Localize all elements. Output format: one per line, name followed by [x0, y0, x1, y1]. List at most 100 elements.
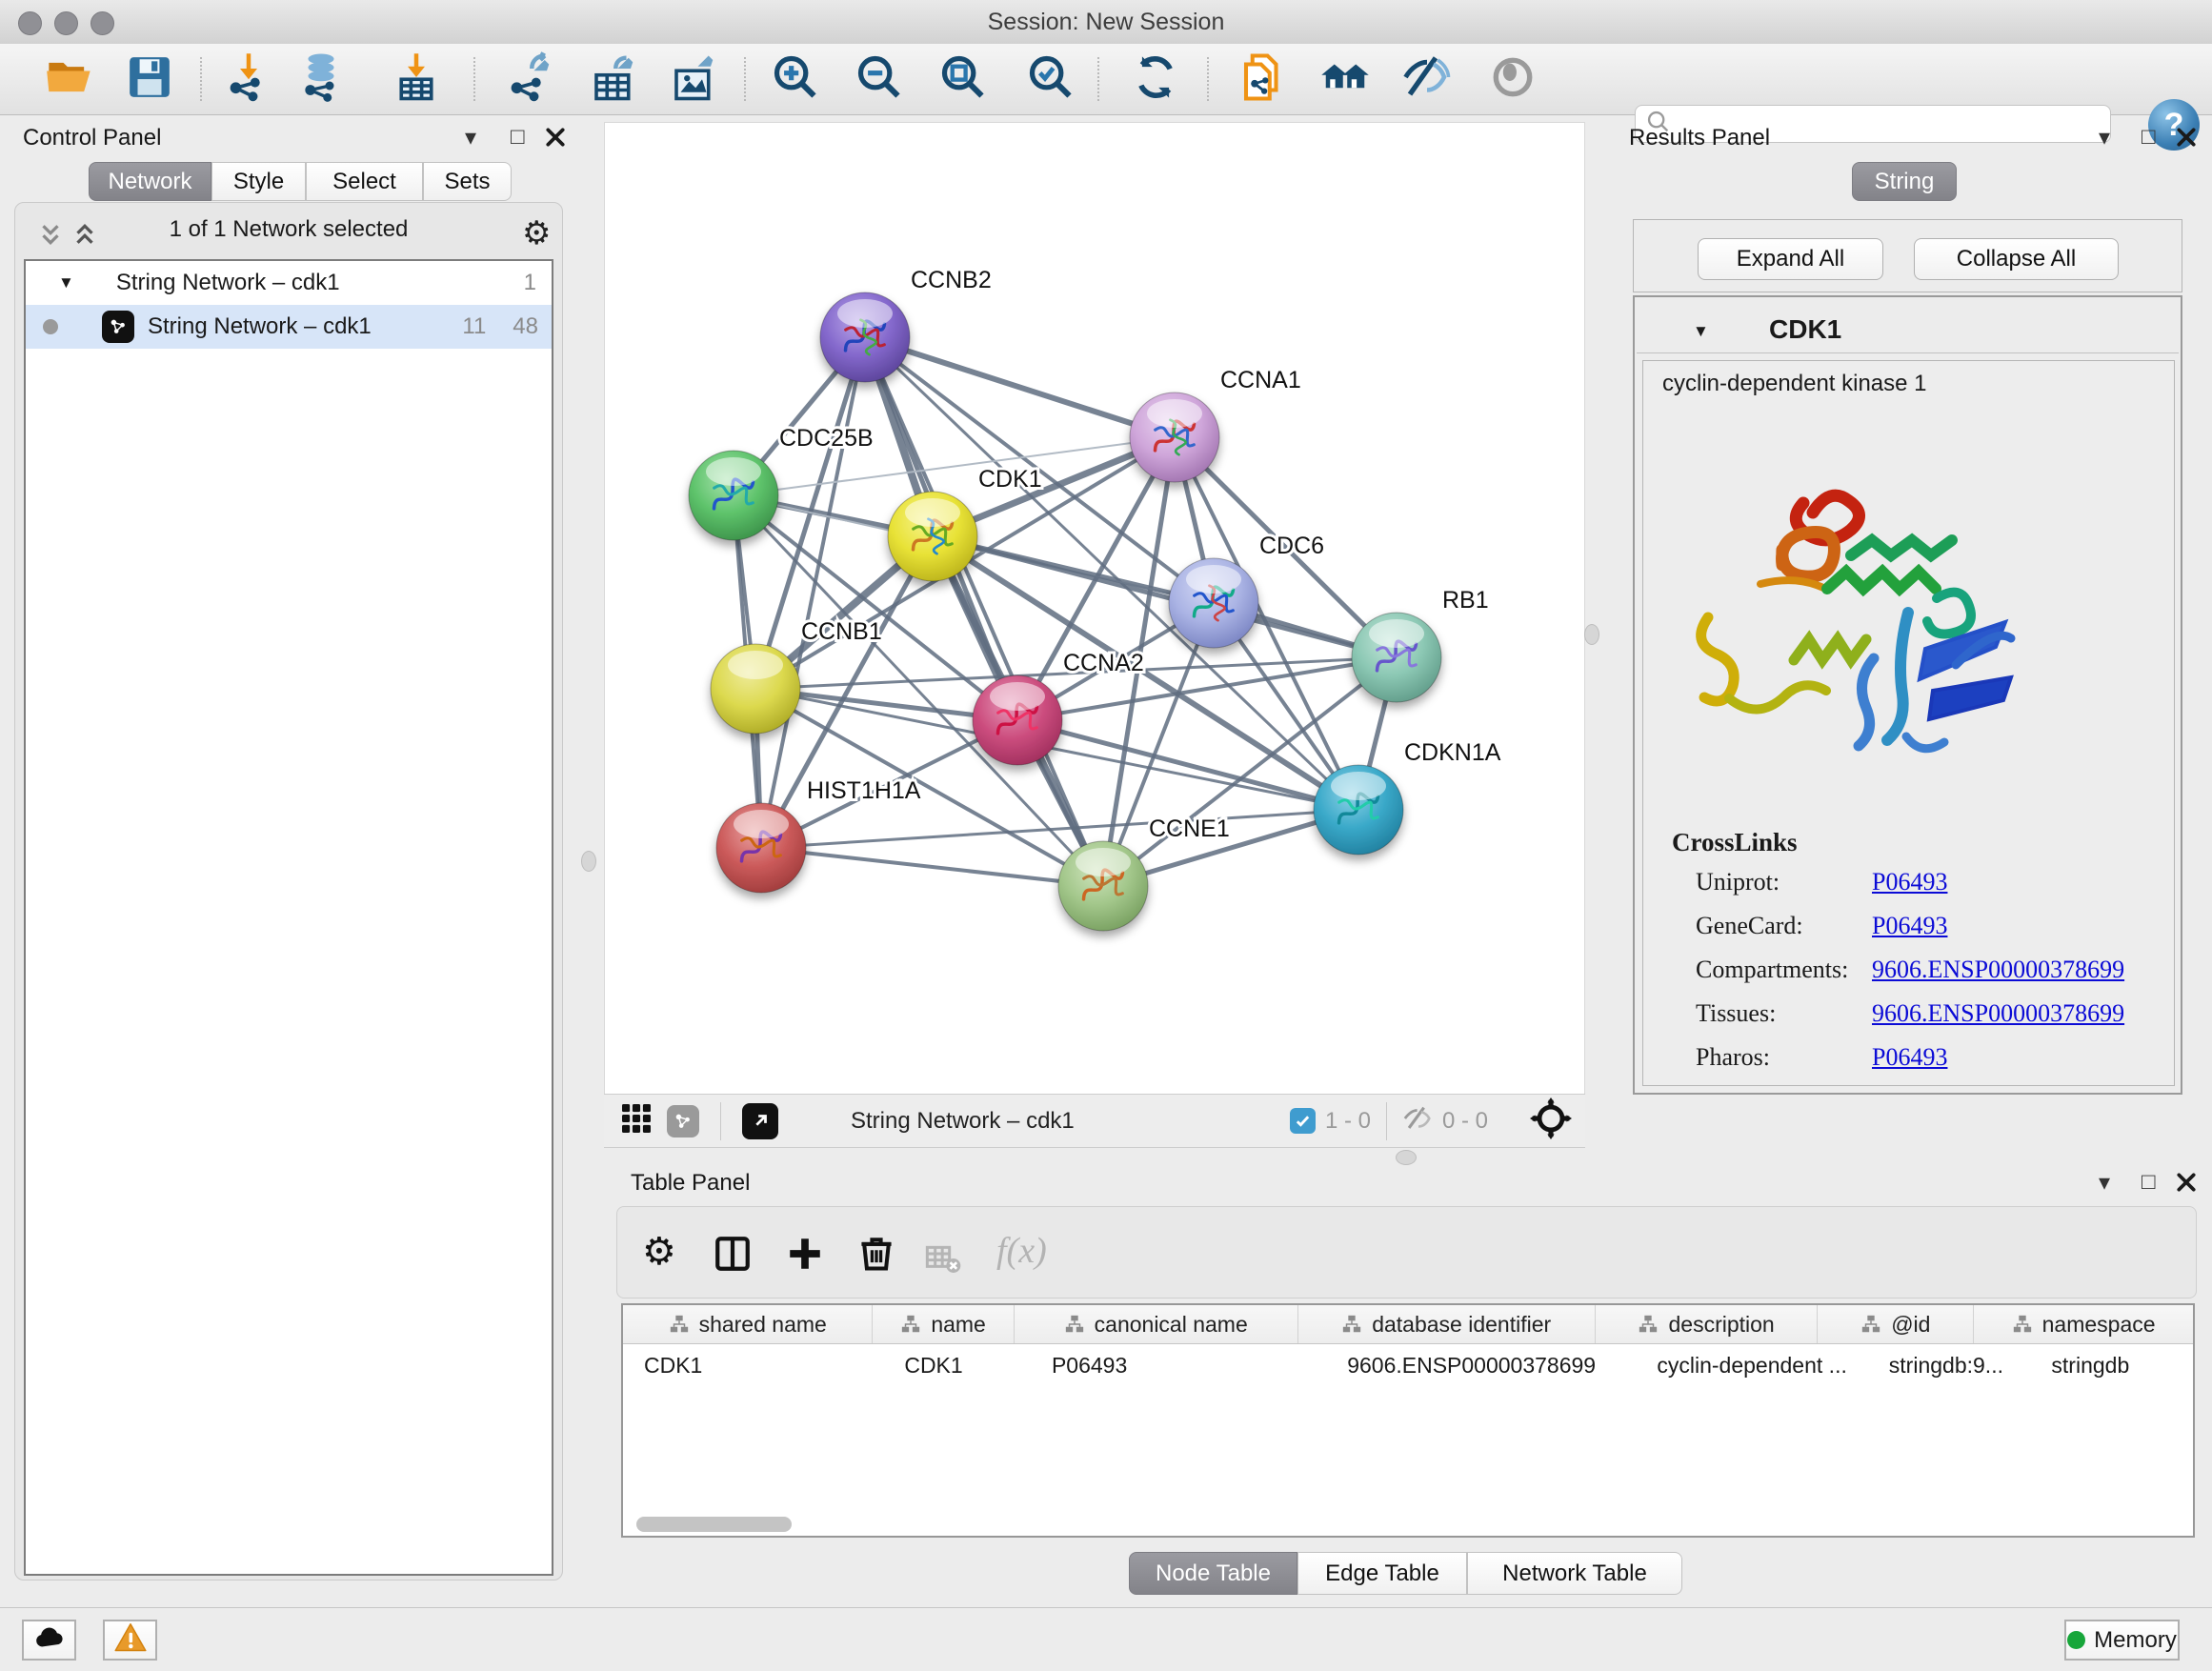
import-network-database-button[interactable] — [292, 50, 350, 109]
protein-collapse-arrow-icon[interactable]: ▼ — [1693, 322, 1709, 341]
open-in-string-icon[interactable] — [742, 1103, 778, 1139]
horizontal-scrollbar-thumb[interactable] — [636, 1517, 792, 1532]
network-node-CDC25B[interactable] — [689, 451, 778, 540]
tab-sets[interactable]: Sets — [423, 162, 512, 201]
warning-status-button[interactable] — [103, 1620, 157, 1661]
table-panel-close-icon[interactable] — [2176, 1172, 2197, 1198]
control-panel-menu-icon[interactable]: ▾ — [465, 124, 476, 151]
memory-status-dot-icon — [2067, 1631, 2085, 1649]
network-row-selected[interactable]: String Network – cdk1 11 48 — [26, 305, 552, 349]
tab-network-table[interactable]: Network Table — [1467, 1552, 1682, 1595]
column-header-name[interactable]: name — [873, 1305, 1014, 1343]
tab-node-table[interactable]: Node Table — [1129, 1552, 1297, 1595]
network-node-CDC6[interactable] — [1169, 558, 1258, 648]
show-columns-icon[interactable] — [713, 1234, 753, 1278]
column-header-namespace[interactable]: namespace — [1974, 1305, 2193, 1343]
node-label-HIST1H1A: HIST1H1A — [807, 777, 921, 804]
import-network-file-button[interactable] — [220, 50, 277, 109]
zoom-in-button[interactable] — [767, 50, 824, 109]
eye-slash-icon — [1401, 51, 1453, 108]
right-splitter-handle[interactable] — [1584, 624, 1599, 645]
hide-selected-button[interactable] — [1398, 50, 1456, 109]
import-table-file-button[interactable] — [388, 50, 445, 109]
column-header-database-identifier[interactable]: database identifier — [1298, 1305, 1596, 1343]
export-image-button[interactable] — [665, 50, 722, 109]
network-node-CCNB1[interactable] — [711, 644, 800, 734]
add-column-plus-icon[interactable] — [785, 1234, 825, 1278]
tab-network[interactable]: Network — [89, 162, 211, 201]
selected-nodes-checkbox-icon[interactable] — [1290, 1108, 1316, 1134]
table-settings-gear-icon[interactable]: ⚙ — [642, 1230, 676, 1274]
expand-all-button[interactable]: Expand All — [1698, 238, 1883, 280]
home-button[interactable] — [1317, 50, 1374, 109]
network-node-CCNA2[interactable] — [973, 675, 1062, 765]
crosslink-tissues-link[interactable]: 9606.ENSP00000378699 — [1872, 999, 2124, 1028]
memory-button[interactable]: Memory — [2064, 1620, 2180, 1661]
export-network-icon — [504, 51, 555, 108]
network-tree: ▼ String Network – cdk1 1 String Network… — [24, 259, 553, 1576]
grid-view-icon[interactable] — [619, 1101, 654, 1140]
results-panel-menu-icon[interactable]: ▾ — [2099, 124, 2110, 151]
export-network-button[interactable] — [501, 50, 558, 109]
control-panel-float-icon[interactable]: □ — [511, 124, 525, 151]
zoom-selected-button[interactable] — [1022, 50, 1079, 109]
cloud-status-button[interactable] — [22, 1620, 76, 1661]
column-header-shared-name[interactable]: shared name — [623, 1305, 873, 1343]
table-row[interactable]: CDK1 CDK1 P06493 9606.ENSP00000378699 cy… — [623, 1344, 2193, 1386]
network-node-CCNE1[interactable] — [1058, 841, 1148, 931]
tab-string-results[interactable]: String — [1852, 162, 1957, 201]
tab-style[interactable]: Style — [211, 162, 306, 201]
results-panel-close-icon[interactable] — [2176, 127, 2197, 152]
collection-count: 1 — [524, 270, 536, 296]
cell-shared-name: CDK1 — [623, 1353, 883, 1379]
delete-column-trash-icon[interactable] — [855, 1232, 897, 1278]
collection-expand-arrow-icon[interactable]: ▼ — [58, 273, 74, 292]
table-panel-menu-icon[interactable]: ▾ — [2099, 1169, 2110, 1197]
crosslink-label: GeneCard: — [1696, 912, 1803, 940]
open-session-button[interactable] — [41, 50, 98, 109]
protein-name: CDK1 — [1769, 314, 1841, 345]
cell-canonical-name: P06493 — [1031, 1353, 1326, 1379]
left-splitter-handle[interactable] — [581, 851, 596, 872]
tab-edge-table[interactable]: Edge Table — [1297, 1552, 1467, 1595]
table-panel-float-icon[interactable]: □ — [2142, 1169, 2156, 1196]
fit-crosshair-icon[interactable] — [1530, 1097, 1572, 1144]
network-collection-row[interactable]: ▼ String Network – cdk1 1 — [26, 261, 552, 305]
string-view-icon[interactable] — [667, 1105, 699, 1137]
string-network-icon — [102, 311, 134, 343]
delete-table-icon-disabled — [924, 1239, 962, 1282]
collapse-all-button[interactable]: Collapse All — [1914, 238, 2119, 280]
import-table-icon — [391, 51, 442, 108]
hidden-eye-slash-icon[interactable] — [1402, 1102, 1435, 1139]
network-node-CDKN1A[interactable] — [1314, 765, 1403, 855]
crosslinks-title: CrossLinks — [1672, 828, 1798, 857]
save-session-button[interactable] — [121, 50, 178, 109]
crosslink-pharos-link[interactable]: P06493 — [1872, 1043, 1947, 1072]
tab-select[interactable]: Select — [306, 162, 423, 201]
zoom-fit-icon — [938, 52, 988, 107]
crosslink-compartments-link[interactable]: 9606.ENSP00000378699 — [1872, 956, 2124, 984]
export-table-button[interactable] — [585, 50, 642, 109]
column-header-description[interactable]: description — [1596, 1305, 1819, 1343]
network-row-label: String Network – cdk1 — [148, 313, 372, 340]
network-node-HIST1H1A[interactable] — [716, 803, 806, 893]
network-node-RB1[interactable] — [1352, 613, 1441, 702]
show-hidden-button[interactable] — [1484, 50, 1541, 109]
results-panel-float-icon[interactable]: □ — [2142, 124, 2156, 151]
zoom-fit-button[interactable] — [935, 50, 992, 109]
bottom-splitter-handle[interactable] — [1396, 1150, 1417, 1165]
network-options-gear-icon[interactable]: ⚙ — [522, 214, 551, 252]
network-view-canvas[interactable]: CCNB2CCNA1CDC25BCDK1CDC6RB1CCNB1CCNA2CDK… — [604, 122, 1585, 1096]
network-from-document-button[interactable] — [1235, 50, 1292, 109]
crosslink-genecard-link[interactable]: P06493 — [1872, 912, 1947, 940]
results-panel-title: Results Panel — [1629, 125, 1770, 151]
zoom-out-button[interactable] — [851, 50, 908, 109]
control-panel-close-icon[interactable] — [545, 127, 566, 152]
network-node-CCNB2[interactable] — [820, 292, 910, 382]
crosslink-uniprot-link[interactable]: P06493 — [1872, 868, 1947, 896]
network-node-CDK1[interactable] — [888, 492, 977, 581]
refresh-button[interactable] — [1127, 50, 1184, 109]
column-header-id[interactable]: @id — [1818, 1305, 1974, 1343]
network-node-CCNA1[interactable] — [1130, 393, 1219, 482]
column-header-canonical-name[interactable]: canonical name — [1015, 1305, 1298, 1343]
